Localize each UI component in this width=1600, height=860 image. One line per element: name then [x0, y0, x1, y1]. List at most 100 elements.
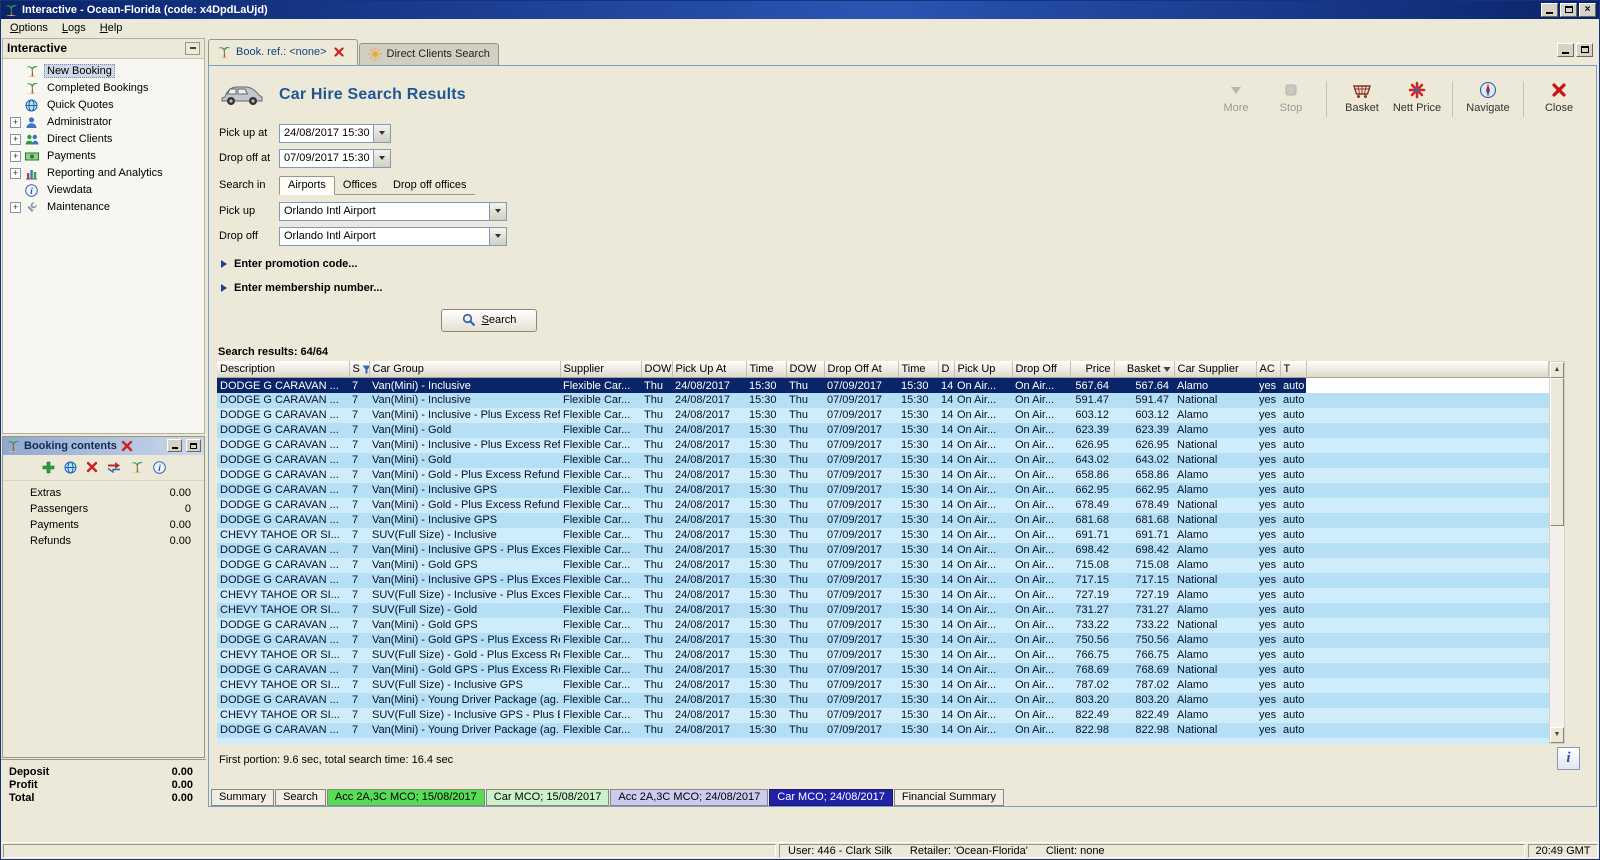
- bottom-tab-car-mco-24-08-2017[interactable]: Car MCO; 24/08/2017: [769, 788, 893, 806]
- result-row[interactable]: CHEVY TAHOE OR SI... 7 SUV(Full Size) - In…: [217, 707, 1549, 723]
- pickup-airport-combo[interactable]: Orlando Intl Airport: [279, 201, 507, 221]
- sidebar-item-quick-quotes[interactable]: Quick Quotes: [3, 97, 204, 114]
- column-header-ac-16[interactable]: AC: [1256, 360, 1281, 379]
- column-header-supplier-3[interactable]: Supplier: [560, 360, 642, 379]
- search-in-tab-airports[interactable]: Airports: [279, 175, 335, 195]
- expand-icon[interactable]: +: [10, 133, 21, 145]
- result-row[interactable]: CHEVY TAHOE OR SI... 7 SUV(Full Size) - In…: [217, 587, 1549, 603]
- column-header-s-1[interactable]: S: [349, 360, 370, 379]
- sidebar-item-reporting-and-analytics[interactable]: + Reporting and Analytics: [3, 165, 204, 182]
- search-button[interactable]: Search: [441, 308, 537, 332]
- result-row[interactable]: DODGE G CARAVAN ... 7 Van(Mini) - Gold GPS…: [217, 617, 1549, 633]
- sidebar-item-direct-clients[interactable]: + Direct Clients: [3, 131, 204, 148]
- scroll-thumb[interactable]: [1550, 377, 1564, 526]
- chevron-down-icon[interactable]: [373, 149, 390, 167]
- sidebar-item-viewdata[interactable]: i Viewdata: [3, 182, 204, 199]
- mdi-restore-button[interactable]: [1576, 42, 1593, 57]
- result-row[interactable]: DODGE G CARAVAN ... 7 Van(Mini) - Young Dr…: [217, 722, 1549, 738]
- maximize-button[interactable]: [1560, 2, 1577, 17]
- result-row[interactable]: DODGE G CARAVAN ... 7 Van(Mini) - Inclusiv…: [217, 377, 1549, 393]
- sidebar-item-payments[interactable]: + Payments: [3, 148, 204, 165]
- column-header-dow-4[interactable]: DOW: [641, 360, 673, 379]
- result-row[interactable]: CHEVY TAHOE OR SI... 7 SUV(Full Size) - Go…: [217, 602, 1549, 618]
- bottom-tab-car-mco-15-08-2017[interactable]: Car MCO; 15/08/2017: [485, 788, 610, 806]
- membership-number-expander[interactable]: Enter membership number...: [221, 282, 1596, 294]
- expand-icon[interactable]: +: [10, 201, 21, 213]
- bottom-tab-acc-2a-3c-mco-15-08-2017[interactable]: Acc 2A,3C MCO; 15/08/2017: [326, 788, 485, 806]
- column-header-price-13[interactable]: Price: [1070, 360, 1115, 379]
- minimize-button[interactable]: [1541, 2, 1558, 17]
- result-row[interactable]: DODGE G CARAVAN ... 7 Van(Mini) - Gold GPS…: [217, 662, 1549, 678]
- column-header-car-group-2[interactable]: Car Group: [369, 360, 561, 379]
- column-header-basket-14[interactable]: Basket: [1114, 360, 1175, 379]
- column-header-dow-7[interactable]: DOW: [786, 360, 825, 379]
- sidebar-item-new-booking[interactable]: New Booking: [3, 63, 204, 80]
- column-header-car-supplier-15[interactable]: Car Supplier: [1174, 360, 1257, 379]
- column-header-d-10[interactable]: D: [938, 360, 955, 379]
- promotion-code-expander[interactable]: Enter promotion code...: [221, 258, 1596, 270]
- info-button[interactable]: i: [152, 461, 166, 474]
- chevron-down-icon[interactable]: [489, 227, 506, 245]
- tab-book-ref-none[interactable]: Book. ref.: <none>: [208, 38, 358, 65]
- result-row[interactable]: DODGE G CARAVAN ... 7 Van(Mini) - Inclusiv…: [217, 392, 1549, 408]
- result-row[interactable]: DODGE G CARAVAN ... 7 Van(Mini) - Inclusiv…: [217, 572, 1549, 588]
- dropoff-datetime-combo[interactable]: 07/09/2017 15:30: [279, 148, 391, 168]
- result-row[interactable]: DODGE G CARAVAN ... 7 Van(Mini) - Inclusiv…: [217, 482, 1549, 498]
- column-header-description-0[interactable]: Description: [217, 360, 350, 379]
- panel-restore-button[interactable]: [186, 439, 201, 453]
- bottom-tab-acc-2a-3c-mco-24-08-2017[interactable]: Acc 2A,3C MCO; 24/08/2017: [610, 788, 769, 806]
- sidebar-item-completed-bookings[interactable]: Completed Bookings: [3, 80, 204, 97]
- column-header-time-9[interactable]: Time: [898, 360, 939, 379]
- column-header-pick-up-11[interactable]: Pick Up: [954, 360, 1013, 379]
- result-row[interactable]: DODGE G CARAVAN ... 7 Van(Mini) - Inclusiv…: [217, 437, 1549, 453]
- result-row[interactable]: DODGE G CARAVAN ... 7 Van(Mini) - Inclusiv…: [217, 542, 1549, 558]
- result-row[interactable]: DODGE G CARAVAN ... 7 Van(Mini) - Gold - P…: [217, 467, 1549, 483]
- result-row[interactable]: DODGE G CARAVAN ... 7 Van(Mini) - Young Dr…: [217, 692, 1549, 708]
- dropoff-airport-combo[interactable]: Orlando Intl Airport: [279, 226, 507, 246]
- vertical-scrollbar[interactable]: ▲ ▼: [1549, 360, 1565, 744]
- globe-button[interactable]: [64, 461, 77, 474]
- column-header-t-17[interactable]: T: [1280, 360, 1307, 379]
- result-row[interactable]: CHEVY TAHOE OR SI... 7 SUV(Full Size) - In…: [217, 527, 1549, 543]
- close-window-button[interactable]: ×: [1579, 2, 1596, 17]
- transfer-button[interactable]: [107, 461, 121, 474]
- close-tab-icon[interactable]: [333, 47, 344, 58]
- bottom-tab-search[interactable]: Search: [275, 788, 326, 806]
- expand-icon[interactable]: +: [10, 167, 21, 179]
- column-header-drop-off-12[interactable]: Drop Off: [1012, 360, 1071, 379]
- scroll-track[interactable]: [1550, 526, 1564, 727]
- delete-button[interactable]: [86, 461, 98, 473]
- basket-button[interactable]: Basket: [1337, 81, 1387, 114]
- result-row[interactable]: DODGE G CARAVAN ... 7 Van(Mini) - Gold GPS…: [217, 632, 1549, 648]
- search-in-tab-offices[interactable]: Offices: [334, 177, 385, 195]
- search-in-tab-drop-off-offices[interactable]: Drop off offices: [384, 177, 475, 195]
- scroll-up-button[interactable]: ▲: [1550, 361, 1564, 378]
- bottom-tab-summary[interactable]: Summary: [211, 788, 275, 806]
- more-button[interactable]: More: [1211, 81, 1261, 114]
- result-row[interactable]: DODGE G CARAVAN ... 7 Van(Mini) - Gold Flex…: [217, 452, 1549, 468]
- chevron-down-icon[interactable]: [373, 124, 390, 142]
- expand-icon[interactable]: +: [10, 150, 21, 162]
- column-header-drop-off-at-8[interactable]: Drop Off At: [824, 360, 899, 379]
- menu-item-help[interactable]: Help: [93, 20, 130, 36]
- palm-tree-button[interactable]: [130, 460, 144, 474]
- sidebar-item-administrator[interactable]: + Administrator: [3, 114, 204, 131]
- result-row[interactable]: DODGE G CARAVAN ... 7 Van(Mini) - Inclusiv…: [217, 407, 1549, 423]
- result-row[interactable]: DODGE G CARAVAN ... 7 Van(Mini) - Gold - P…: [217, 497, 1549, 513]
- result-row[interactable]: CHEVY TAHOE OR SI... 7 SUV(Full Size) - Go…: [217, 647, 1549, 663]
- expand-icon[interactable]: +: [10, 116, 21, 128]
- scroll-down-button[interactable]: ▼: [1550, 726, 1564, 743]
- stop-button[interactable]: Stop: [1266, 81, 1316, 114]
- column-header-time-6[interactable]: Time: [746, 360, 787, 379]
- collapse-panel-button[interactable]: [185, 41, 200, 55]
- info-button[interactable]: i: [1557, 746, 1580, 770]
- bottom-tab-financial-summary[interactable]: Financial Summary: [893, 788, 1005, 806]
- add-button[interactable]: [42, 461, 55, 474]
- close-panel-icon[interactable]: [121, 440, 133, 452]
- menu-item-logs[interactable]: Logs: [55, 20, 93, 36]
- tab-direct-clients-search[interactable]: Direct Clients Search: [358, 42, 499, 65]
- mdi-minimize-button[interactable]: [1557, 42, 1574, 57]
- result-row[interactable]: CHEVY TAHOE OR SI... 7 SUV(Full Size) - In…: [217, 677, 1549, 693]
- menu-item-options[interactable]: Options: [3, 20, 55, 36]
- nett-price-button[interactable]: Nett Price: [1392, 81, 1442, 114]
